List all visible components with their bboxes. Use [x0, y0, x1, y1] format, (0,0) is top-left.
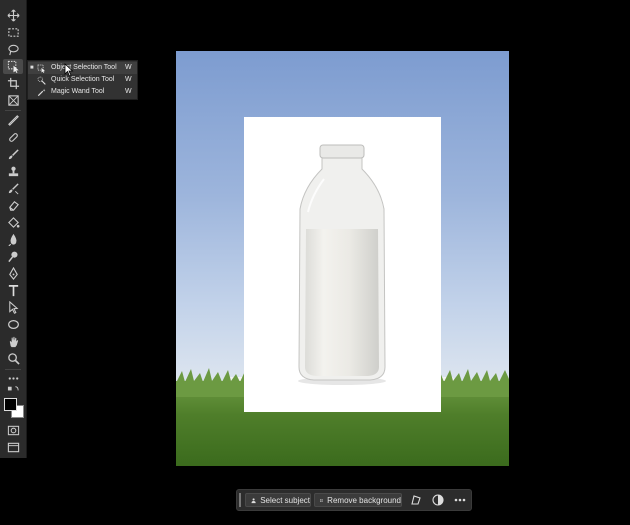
dodge-icon[interactable] [3, 249, 23, 264]
flyout-item-label: Magic Wand Tool [51, 88, 105, 95]
screen-mode-icon[interactable] [3, 440, 23, 455]
more-options-icon[interactable] [454, 494, 466, 506]
hand-icon[interactable] [3, 334, 23, 349]
magic-wand-icon [37, 88, 46, 97]
object-selection-icon [37, 64, 46, 73]
document-canvas[interactable] [176, 51, 509, 466]
foreground-color-swatch[interactable] [4, 398, 17, 411]
healing-brush-icon[interactable] [3, 130, 23, 145]
adjustment-icon[interactable] [432, 494, 444, 506]
selection-tools-flyout: ■ Object Selection Tool W Quick Selectio… [27, 60, 138, 100]
contextual-task-bar: Select subject Remove background [236, 489, 472, 511]
brush-icon[interactable] [3, 147, 23, 162]
frame-icon[interactable] [3, 93, 23, 108]
quick-selection-icon [37, 76, 46, 85]
type-icon[interactable] [3, 283, 23, 298]
milk-bottle-photo-layer [244, 117, 441, 412]
zoom-icon[interactable] [3, 351, 23, 366]
remove-background-label: Remove background [327, 495, 401, 505]
image-icon [320, 498, 324, 502]
select-subject-button[interactable]: Select subject [245, 493, 311, 507]
transform-icon[interactable] [410, 494, 422, 506]
toolbar-divider [5, 110, 21, 111]
crop-icon[interactable] [3, 76, 23, 91]
quick-mask-icon[interactable] [3, 423, 23, 438]
reset-colors-icon[interactable] [3, 384, 23, 394]
ellipse-icon[interactable] [3, 317, 23, 332]
eyedropper-icon[interactable] [3, 113, 23, 128]
paint-bucket-icon[interactable] [3, 215, 23, 230]
blur-icon[interactable] [3, 232, 23, 247]
path-selection-icon[interactable] [3, 300, 23, 315]
taskbar-drag-handle[interactable] [239, 493, 241, 507]
object-selection-icon[interactable] [3, 59, 23, 74]
flyout-item-label: Object Selection Tool [51, 64, 117, 71]
flyout-item-quick-selection[interactable]: Quick Selection Tool W [28, 74, 137, 86]
flyout-item-object-selection[interactable]: ■ Object Selection Tool W [28, 62, 137, 74]
clone-stamp-icon[interactable] [3, 164, 23, 179]
lasso-icon[interactable] [3, 42, 23, 57]
flyout-item-magic-wand[interactable]: Magic Wand Tool W [28, 86, 137, 98]
select-subject-icon [251, 497, 256, 503]
toolbar-divider [5, 369, 21, 370]
active-dot-icon: ■ [30, 65, 34, 71]
remove-background-button[interactable]: Remove background [314, 493, 402, 507]
flyout-item-shortcut: W [125, 76, 132, 83]
eraser-icon[interactable] [3, 198, 23, 213]
tools-panel [0, 0, 27, 458]
flyout-item-label: Quick Selection Tool [51, 76, 115, 83]
move-icon[interactable] [3, 8, 23, 23]
select-subject-label: Select subject [260, 495, 310, 505]
history-brush-icon[interactable] [3, 181, 23, 196]
flyout-item-shortcut: W [125, 88, 132, 95]
marquee-icon[interactable] [3, 25, 23, 40]
flyout-item-shortcut: W [125, 64, 132, 71]
pen-icon[interactable] [3, 266, 23, 281]
mouse-cursor-icon [64, 63, 74, 77]
